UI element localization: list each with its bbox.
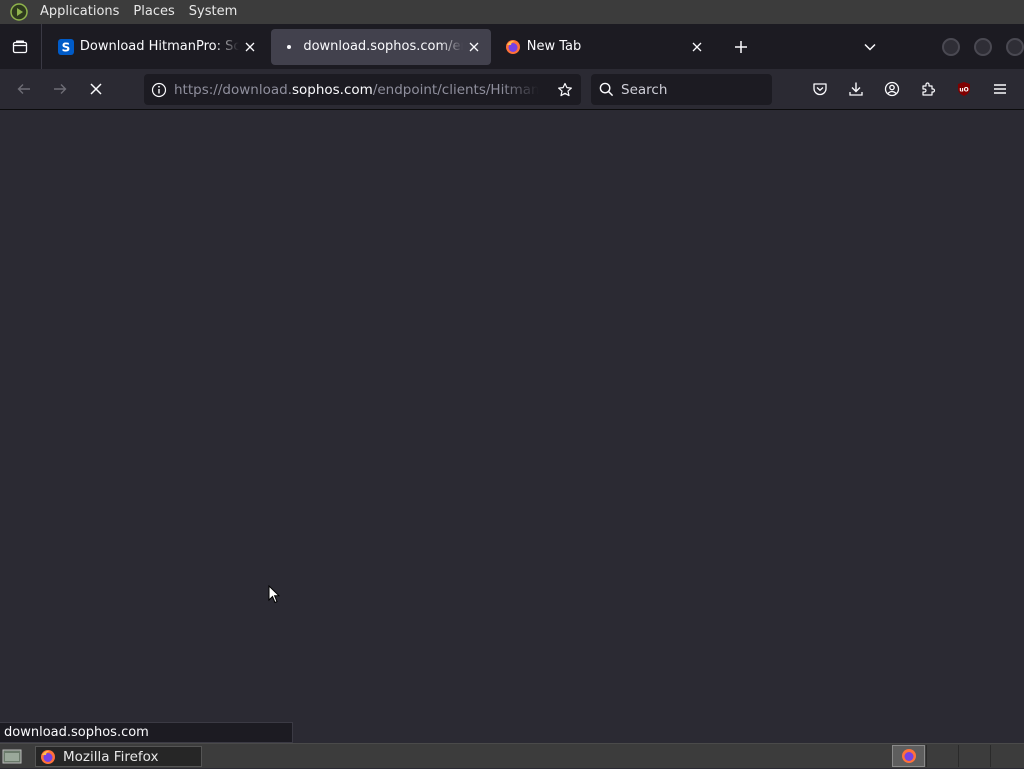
close-tab-icon[interactable]	[686, 36, 708, 58]
plus-icon	[735, 40, 748, 53]
pocket-button[interactable]	[804, 73, 836, 105]
top-panel: Applications Places System	[0, 0, 1024, 24]
svg-text:uO: uO	[959, 87, 968, 94]
tab-title: Download HitmanPro: Scan	[79, 39, 240, 54]
applications-menu[interactable]: Applications	[33, 0, 126, 24]
places-menu[interactable]: Places	[126, 0, 181, 24]
pocket-icon	[813, 83, 827, 96]
loading-dot-icon	[281, 39, 297, 55]
forward-button[interactable]	[44, 73, 76, 105]
tab-download-sophos[interactable]: download.sophos.com/endp	[271, 28, 491, 65]
bookmark-star-icon[interactable]	[549, 82, 581, 98]
workspace-3[interactable]	[958, 745, 989, 767]
workspace-switcher-active[interactable]	[892, 745, 925, 767]
taskbar-window-firefox[interactable]: Mozilla Firefox	[35, 746, 202, 767]
new-tab-button[interactable]	[726, 32, 756, 62]
ublock-shield-icon: uO	[958, 82, 970, 96]
downloads-button[interactable]	[840, 73, 872, 105]
sophos-icon: S	[57, 38, 74, 55]
url-text[interactable]: https://download.sophos.com/endpoint/cli…	[174, 82, 539, 98]
close-icon	[90, 83, 102, 95]
url-path: /endpoint/clients/HitmanPro	[372, 81, 539, 98]
ublock-origin-button[interactable]: uO	[948, 73, 980, 105]
extensions-button[interactable]	[912, 73, 944, 105]
chevron-down-icon	[864, 43, 876, 51]
app-menu-button[interactable]	[984, 73, 1016, 105]
firefox-view-button[interactable]	[0, 24, 42, 69]
search-bar[interactable]: Search	[591, 74, 772, 105]
close-tab-icon[interactable]	[239, 36, 261, 58]
tab-strip: S Download HitmanPro: Scan download.soph…	[0, 24, 1024, 69]
account-button[interactable]	[876, 73, 908, 105]
gnome-logo-icon[interactable]	[9, 2, 29, 22]
bottom-taskbar: Mozilla Firefox	[0, 743, 1024, 768]
puzzle-icon	[922, 82, 936, 96]
tab-title: download.sophos.com/endp	[303, 39, 462, 54]
close-window-button[interactable]	[1006, 37, 1024, 56]
arrow-right-icon	[54, 84, 67, 94]
close-tab-icon[interactable]	[463, 36, 485, 58]
hamburger-menu-icon	[994, 84, 1006, 94]
url-domain: sophos.com	[291, 81, 373, 98]
navigation-toolbar: https://download.sophos.com/endpoint/cli…	[0, 69, 1024, 110]
url-bar[interactable]: https://download.sophos.com/endpoint/cli…	[144, 74, 581, 105]
tab-new-tab[interactable]: New Tab	[495, 29, 714, 65]
search-icon	[591, 82, 621, 97]
list-all-tabs-button[interactable]	[856, 33, 884, 61]
workspace-4[interactable]	[990, 745, 1021, 767]
tab-title: New Tab	[526, 39, 582, 54]
arrow-left-icon	[17, 84, 30, 94]
back-button[interactable]	[8, 73, 40, 105]
url-prefix: https://download.	[174, 81, 292, 98]
firefox-view-icon	[13, 40, 28, 53]
firefox-icon	[39, 748, 57, 766]
mouse-cursor-icon	[268, 584, 281, 608]
page-content[interactable]	[0, 111, 1024, 743]
status-panel: download.sophos.com	[0, 722, 293, 743]
maximize-button[interactable]	[974, 37, 992, 56]
account-icon	[884, 81, 900, 97]
workspace-2[interactable]	[926, 745, 957, 767]
svg-text:S: S	[62, 40, 71, 54]
window-controls	[942, 37, 1024, 56]
system-menu[interactable]: System	[182, 0, 244, 24]
download-icon	[849, 82, 863, 96]
firefox-icon	[505, 39, 521, 55]
firefox-icon	[901, 749, 916, 763]
minimize-button[interactable]	[942, 37, 960, 56]
tab-hitmanpro[interactable]: S Download HitmanPro: Scan	[48, 29, 267, 65]
site-info-icon[interactable]	[144, 82, 174, 98]
taskbar-window-title: Mozilla Firefox	[63, 748, 159, 765]
search-placeholder: Search	[621, 81, 668, 98]
stop-loading-button[interactable]	[80, 73, 112, 105]
show-desktop-icon[interactable]	[2, 747, 22, 765]
